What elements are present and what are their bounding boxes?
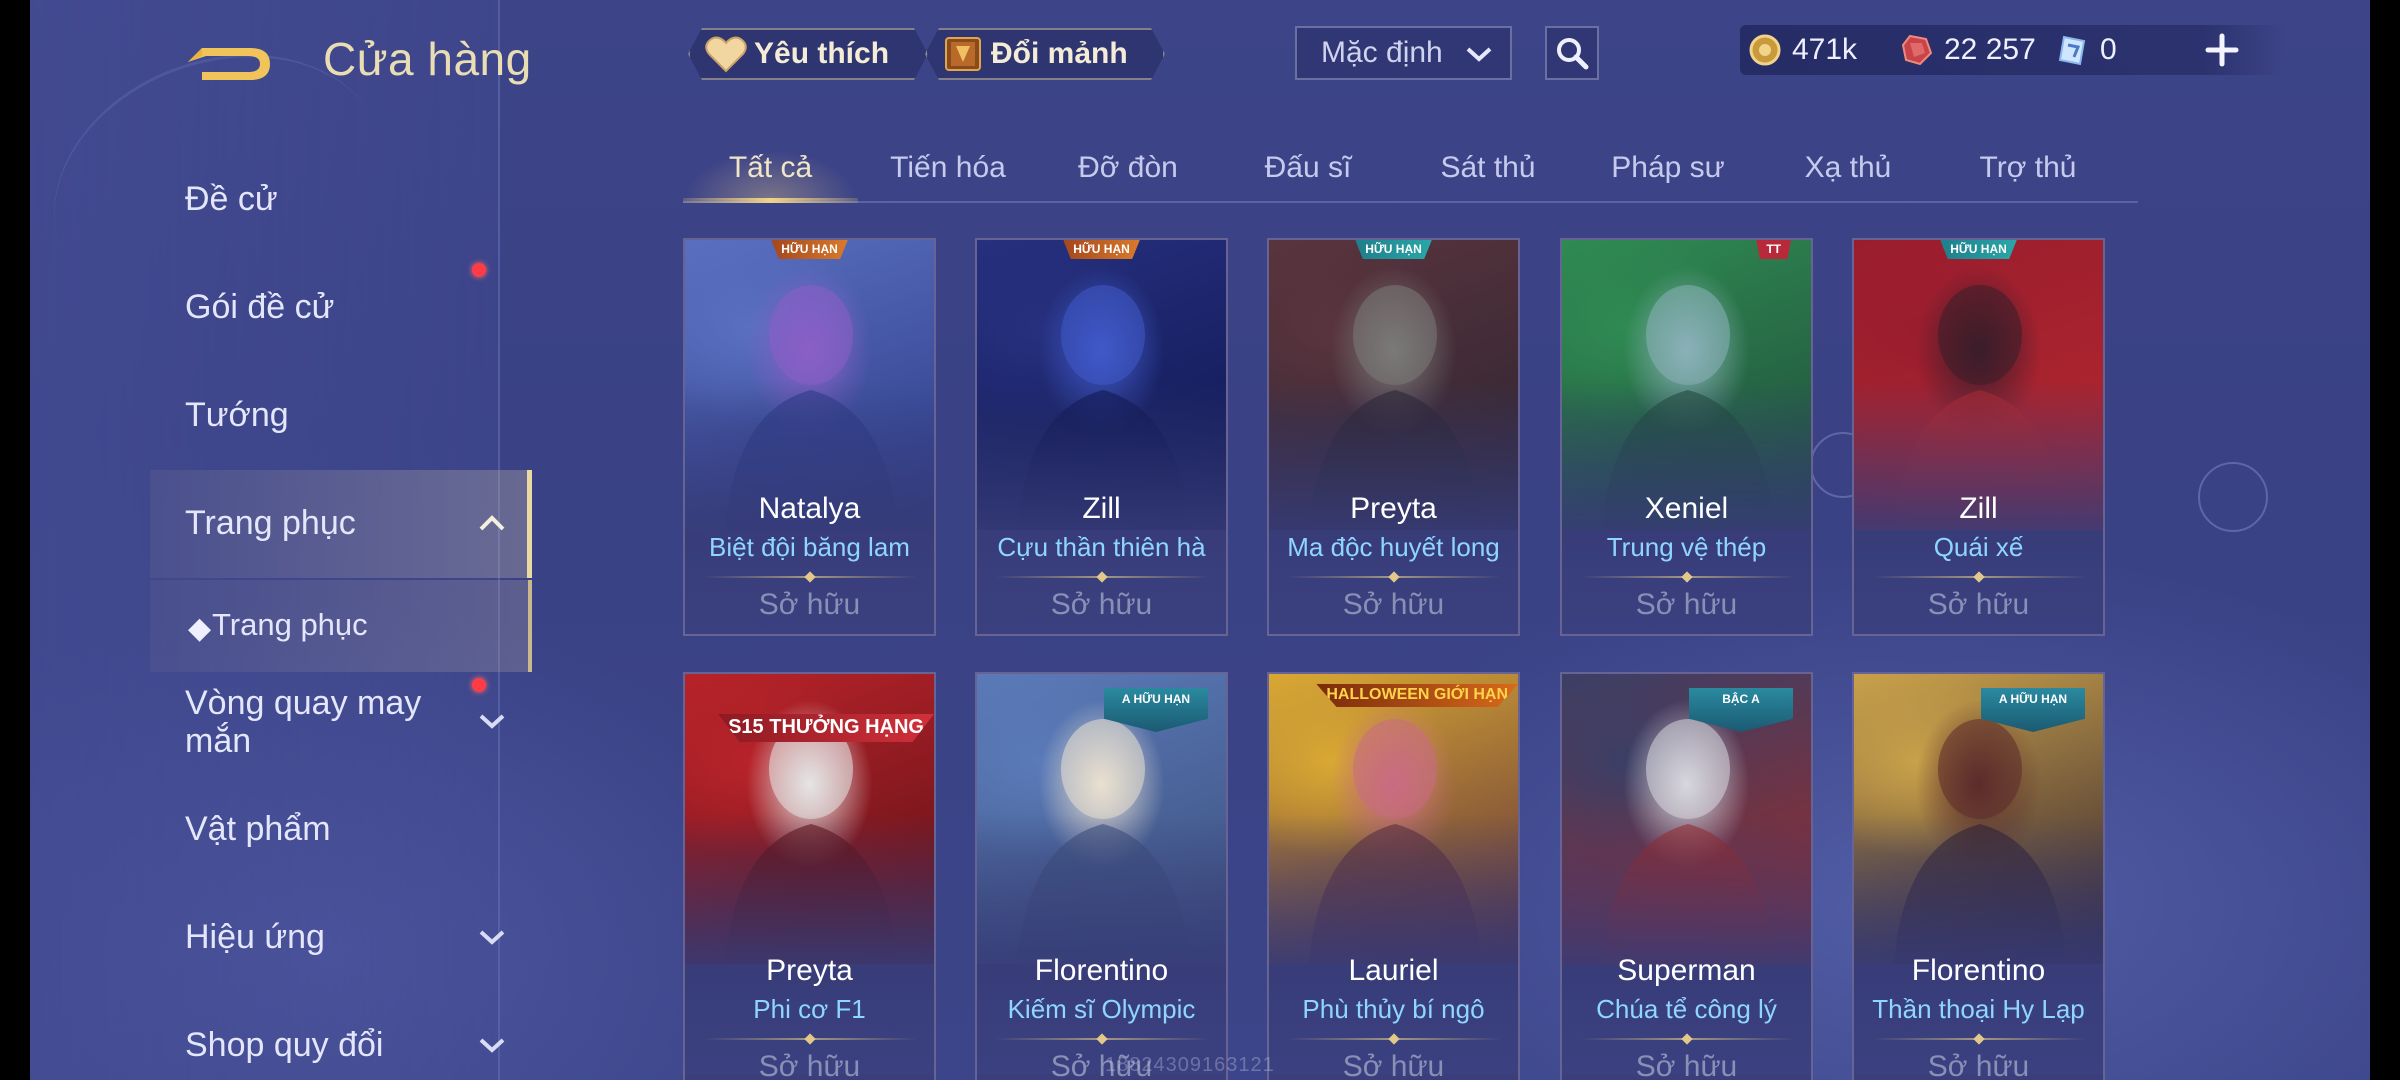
skin-badge: S15 THƯỞNG HẠNG — [718, 714, 934, 742]
skin-hero-name: Xeniel — [1644, 492, 1729, 525]
ownership-status: Sở hữu — [1050, 588, 1153, 621]
skin-name: Chúa tể công lý — [1596, 994, 1777, 1024]
skin-badge: HỮU HẠN — [771, 240, 848, 259]
category-tabs: Tất cả Tiến hóa Đỡ đòn Đấu sĩ Sát thủ Ph… — [683, 138, 2138, 204]
skin-card[interactable]: HALLOWEEN GIỚI HẠN Lauriel Phù thủy bí ngô… — [1267, 672, 1520, 1080]
heart-icon — [704, 34, 748, 74]
skin-badge: HỮU HẠN — [1940, 240, 2017, 259]
skin-name: Trung vệ thép — [1606, 532, 1767, 562]
sort-dropdown[interactable]: Mặc định — [1295, 26, 1512, 80]
ruby-currency: 22 257 — [1900, 25, 2036, 75]
chevron-up-icon — [479, 515, 505, 531]
sidebar-item-exchange-shop[interactable]: Shop quy đổi — [185, 1026, 384, 1065]
skin-card[interactable]: BẬC A Superman Chúa tể công lý Sở hữu — [1560, 672, 1813, 1080]
sort-selected-value: Mặc định — [1321, 36, 1443, 69]
plus-icon — [2205, 33, 2239, 67]
favorites-label: Yêu thích — [754, 37, 890, 70]
skin-card[interactable]: HỮU HẠN Preyta Ma độc huyết long Sở hữu — [1267, 238, 1520, 636]
tab-assassin[interactable]: Sát thủ — [1398, 138, 1578, 204]
gold-coin-icon — [1749, 34, 1781, 66]
ownership-status: Sở hữu — [1927, 588, 2030, 621]
exchange-shards-button[interactable]: Đổi mảnh — [925, 28, 1165, 80]
voucher-currency: 0 — [2056, 25, 2117, 75]
tab-support[interactable]: Trợ thủ — [1938, 138, 2118, 204]
skin-name: Thần thoại Hy Lạp — [1872, 994, 2085, 1024]
skin-hero-name: Florentino — [1911, 954, 2046, 987]
chevron-down-icon — [479, 1038, 505, 1053]
page-title: Cửa hàng — [323, 33, 532, 85]
skin-card[interactable]: A HỮU HẠN Florentino Thần thoại Hy Lạp Sở h… — [1852, 672, 2105, 1080]
decorative-orb — [2198, 462, 2268, 532]
back-arrow-icon — [188, 48, 270, 80]
favorites-button[interactable]: Yêu thích — [688, 28, 928, 80]
ownership-status: Sở hữu — [1635, 1050, 1738, 1080]
skin-name: Biệt đội băng lam — [709, 532, 910, 562]
sidebar-subitem-skins[interactable]: Trang phục — [212, 607, 368, 643]
skin-hero-name: Zill — [1082, 492, 1121, 525]
skin-badge: HALLOWEEN GIỚI HẠN — [1316, 684, 1518, 707]
tab-fighter[interactable]: Đấu sĩ — [1218, 138, 1398, 204]
chevron-down-icon — [479, 930, 505, 945]
skin-name: Ma độc huyết long — [1287, 532, 1500, 562]
search-button[interactable] — [1545, 26, 1599, 80]
gold-value: 471k — [1792, 33, 1858, 66]
sidebar-item-featured[interactable]: Đề cử — [185, 180, 278, 219]
sidebar-item-featured-packs[interactable]: Gói đề cử — [185, 288, 334, 327]
notification-dot — [472, 263, 486, 277]
ownership-status: Sở hữu — [1635, 588, 1738, 621]
skin-hero-name: Lauriel — [1348, 954, 1439, 987]
skin-name: Phù thủy bí ngô — [1302, 994, 1485, 1024]
skin-name: Phi cơ F1 — [753, 994, 866, 1024]
sidebar-item-heroes[interactable]: Tướng — [185, 396, 289, 435]
skin-badge: HỮU HẠN — [1355, 240, 1432, 259]
skin-card[interactable]: HỮU HẠN Zill Quái xế Sở hữu — [1852, 238, 2105, 636]
chevron-down-icon — [479, 714, 505, 729]
skin-hero-name: Superman — [1617, 954, 1756, 987]
skin-hero-name: Preyta — [1350, 492, 1437, 525]
notification-dot — [472, 678, 486, 692]
skin-hero-name: Florentino — [1034, 954, 1169, 987]
tab-marksman[interactable]: Xạ thủ — [1758, 138, 1938, 204]
voucher-value: 0 — [2100, 33, 2117, 66]
ruby-value: 22 257 — [1944, 33, 2036, 66]
skin-card[interactable]: HỮU HẠN Zill Cựu thần thiên hà Sở hữu — [975, 238, 1228, 636]
chevron-down-icon — [1466, 47, 1492, 62]
sidebar-item-effects[interactable]: Hiệu ứng — [185, 918, 325, 957]
skin-card[interactable]: TT Xeniel Trung vệ thép Sở hữu — [1560, 238, 1813, 636]
skin-name: Cựu thần thiên hà — [997, 532, 1206, 562]
sidebar-item-items[interactable]: Vật phẩm — [185, 810, 331, 849]
skin-badge: HỮU HẠN — [1063, 240, 1140, 259]
tab-mage[interactable]: Pháp sư — [1578, 138, 1758, 204]
gold-currency: 471k — [1748, 25, 1857, 75]
ownership-status: Sở hữu — [1927, 1050, 2030, 1080]
skin-card[interactable]: S15 THƯỞNG HẠNG Preyta Phi cơ F1 Sở hữu — [683, 672, 936, 1080]
skin-badge: TT — [1756, 240, 1791, 259]
ownership-status: Sở hữu — [1342, 1050, 1445, 1080]
sidebar-item-skins[interactable]: Trang phục — [185, 504, 356, 543]
skin-name: Kiếm sĩ Olympic — [1007, 994, 1196, 1024]
search-icon — [1557, 38, 1589, 70]
skin-hero-name: Preyta — [766, 954, 853, 987]
tab-tank[interactable]: Đỡ đòn — [1038, 138, 1218, 204]
ruby-gem-icon — [1901, 34, 1933, 66]
tab-all[interactable]: Tất cả — [683, 138, 858, 204]
ownership-status: Sở hữu — [758, 1050, 861, 1080]
skin-card[interactable]: A HỮU HẠN Florentino Kiếm sĩ Olympic Sở hữu — [975, 672, 1228, 1080]
voucher-icon — [2058, 35, 2086, 66]
sidebar-item-lucky-spin[interactable]: Vòng quay may mắn — [185, 684, 455, 760]
ownership-status: Sở hữu — [1342, 588, 1445, 621]
ownership-status: Sở hữu — [758, 588, 861, 621]
shard-chest-icon — [941, 32, 985, 76]
skin-card[interactable]: HỮU HẠN Natalya Biệt đội băng lam Sở hữu — [683, 238, 936, 636]
skin-hero-name: Natalya — [758, 492, 861, 525]
tab-evolution[interactable]: Tiến hóa — [858, 138, 1038, 204]
shop-screen: Cửa hàng Yêu thích Đổi mảnh Mặc định 471… — [30, 0, 2370, 1080]
add-currency-button[interactable] — [2200, 28, 2244, 72]
submenu-bullet-icon: ◆ — [188, 612, 212, 645]
exchange-label: Đổi mảnh — [991, 37, 1128, 70]
skin-hero-name: Zill — [1959, 492, 1998, 525]
skin-name: Quái xế — [1933, 532, 2024, 562]
watermark-text: 18824309163121 — [1105, 1054, 1275, 1076]
back-button[interactable] — [180, 32, 280, 88]
